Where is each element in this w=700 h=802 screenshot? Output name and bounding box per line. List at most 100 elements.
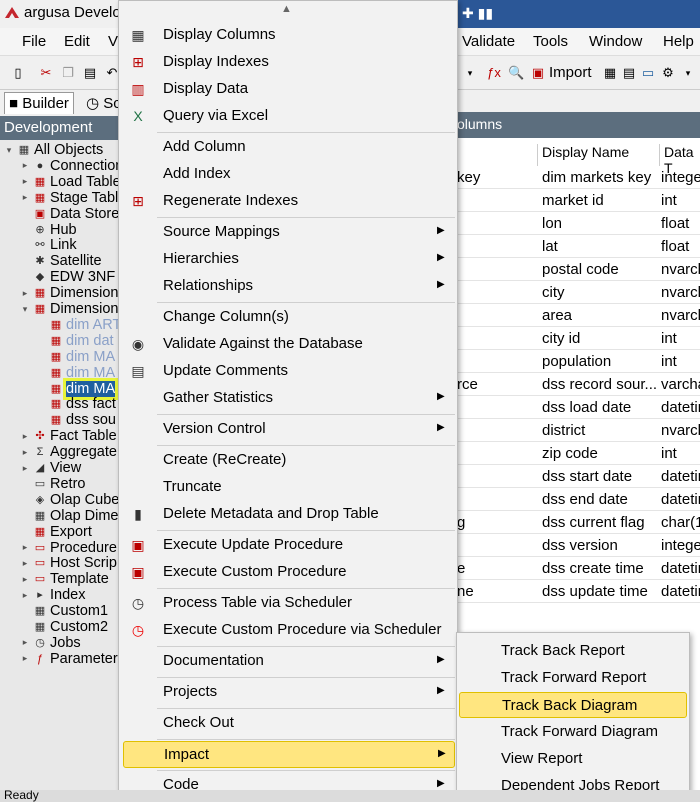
tree-item[interactable]: ▦ dim MA: [36, 365, 115, 381]
column-header-display-name[interactable]: Display Name: [537, 144, 659, 166]
tree-item[interactable]: ▸ ▦ Stage Table: [20, 190, 127, 206]
table-row[interactable]: district nvarch: [455, 419, 700, 442]
tree-item[interactable]: ▣ Data Store: [20, 206, 120, 222]
tree-item[interactable]: ▸ ● Connection: [20, 158, 124, 174]
tree-item[interactable]: ▸ ▦ Dimension: [20, 285, 119, 301]
table-row[interactable]: lon float: [455, 212, 700, 235]
menu-item-add-index[interactable]: Add Index: [119, 161, 457, 188]
tree-item[interactable]: ▦ dim MA: [36, 377, 119, 400]
menu-item-documentation[interactable]: Documentation ▶: [119, 648, 457, 675]
tree-item[interactable]: ▸ ▦ Load Table: [20, 174, 121, 190]
tab-builder[interactable]: ■ Builder: [4, 92, 74, 114]
menu-item-delete-metadata-and-drop-table[interactable]: ▮ Delete Metadata and Drop Table: [119, 501, 457, 528]
menu-item-process-table-via-scheduler[interactable]: ◷ Process Table via Scheduler: [119, 590, 457, 617]
menu-item-relationships[interactable]: Relationships ▶: [119, 273, 457, 300]
menu-edit[interactable]: Edit: [64, 33, 90, 50]
column-header-data-type[interactable]: Data T: [659, 144, 700, 176]
table-icon[interactable]: ▦: [602, 65, 618, 81]
expand-icon[interactable]: ▸: [20, 653, 30, 664]
expand-icon[interactable]: ▸: [20, 288, 30, 299]
tree-item[interactable]: ▸ ƒ Parameters: [20, 651, 125, 667]
submenu-item-track-back-report[interactable]: Track Back Report: [459, 638, 687, 664]
paste-icon[interactable]: ▤: [82, 65, 98, 81]
tree-item[interactable]: ▸ ▸ Index: [20, 587, 86, 603]
menu-item-execute-update-procedure[interactable]: ▣ Execute Update Procedure: [119, 532, 457, 559]
expand-icon[interactable]: ▸: [20, 590, 30, 601]
menu-file[interactable]: File: [22, 33, 46, 50]
menu-item-execute-custom-procedure-via-scheduler[interactable]: ◷ Execute Custom Procedure via Scheduler: [119, 617, 457, 644]
table-row[interactable]: dss end date datetir: [455, 488, 700, 511]
expand-icon[interactable]: ▸: [20, 176, 30, 187]
tree-item[interactable]: ▦ dim ART: [36, 317, 122, 333]
menu-item-hierarchies[interactable]: Hierarchies ▶: [119, 246, 457, 273]
tree-item[interactable]: ▸ ◷ Jobs: [20, 635, 81, 651]
table-row[interactable]: e dss create time datetir: [455, 557, 700, 580]
expand-icon[interactable]: ▸: [20, 463, 30, 474]
table-row[interactable]: rce dss record sour...varcha: [455, 373, 700, 396]
cut-icon[interactable]: ✂: [38, 65, 54, 81]
tree-item[interactable]: ▸ ▭ Template: [20, 571, 109, 587]
import-button[interactable]: Import: [549, 64, 592, 81]
expand-icon[interactable]: ▸: [20, 431, 30, 442]
menu-item-version-control[interactable]: Version Control ▶: [119, 416, 457, 443]
table-row[interactable]: dss load date datetir: [455, 396, 700, 419]
menu-item-validate-against-the-database[interactable]: ◉ Validate Against the Database: [119, 331, 457, 358]
menu-tools[interactable]: Tools: [533, 33, 568, 50]
table-row[interactable]: key dim markets key intege: [455, 166, 700, 189]
menu-item-truncate[interactable]: Truncate: [119, 474, 457, 501]
menu-item-update-comments[interactable]: ▤ Update Comments: [119, 358, 457, 385]
menu-help[interactable]: Help: [663, 33, 694, 50]
tree-item[interactable]: ◆ EDW 3NF: [20, 269, 115, 285]
scroll-up-icon[interactable]: ▲: [281, 3, 292, 15]
tree-item[interactable]: ⊕ Hub: [20, 222, 76, 238]
menu-item-regenerate-indexes[interactable]: ⊞ Regenerate Indexes: [119, 188, 457, 215]
tree-item[interactable]: ▭ Retro: [20, 476, 86, 492]
tree-item[interactable]: ▸ ◢ View: [20, 460, 81, 476]
tree-item[interactable]: ⚯ Link: [20, 237, 76, 253]
tree-item[interactable]: ▸ ✣ Fact Table: [20, 428, 117, 444]
menu-item-display-indexes[interactable]: ⊞ Display Indexes: [119, 49, 457, 76]
expand-icon[interactable]: ▸: [20, 447, 30, 458]
menu-item-create-recreate[interactable]: Create (ReCreate): [119, 447, 457, 474]
menu-item-change-column-s[interactable]: Change Column(s): [119, 304, 457, 331]
submenu-item-track-forward-report[interactable]: Track Forward Report: [459, 665, 687, 691]
submenu-item-track-forward-diagram[interactable]: Track Forward Diagram: [459, 719, 687, 745]
collapse-icon[interactable]: ▾: [4, 145, 14, 156]
menu-item-impact[interactable]: Impact ▶: [123, 741, 455, 768]
table-row[interactable]: ne dss update time datetir: [455, 580, 700, 603]
submenu-item-track-back-diagram[interactable]: Track Back Diagram: [459, 692, 687, 718]
tree-item[interactable]: ▦ Export: [20, 524, 92, 540]
submenu-item-view-report[interactable]: View Report: [459, 746, 687, 772]
menu-item-projects[interactable]: Projects ▶: [119, 679, 457, 706]
menu-item-display-columns[interactable]: ▦ Display Columns: [119, 22, 457, 49]
menu-item-source-mappings[interactable]: Source Mappings ▶: [119, 219, 457, 246]
expand-icon[interactable]: ▸: [20, 192, 30, 203]
menu-window[interactable]: Window: [589, 33, 642, 50]
menu-item-display-data[interactable]: ▥ Display Data: [119, 76, 457, 103]
import-icon[interactable]: ▣: [530, 65, 546, 81]
expand-icon[interactable]: ▸: [20, 574, 30, 585]
tree-item[interactable]: ▸ ▭ Host Scrip: [20, 555, 117, 571]
table-row[interactable]: city nvarch: [455, 281, 700, 304]
expand-icon[interactable]: ▸: [20, 637, 30, 648]
tree-item[interactable]: ▦ dss fact: [36, 396, 116, 412]
tree-item[interactable]: ▦ dss sou: [36, 412, 116, 428]
expand-icon[interactable]: ▸: [20, 542, 30, 553]
menu-validate[interactable]: Validate: [462, 33, 515, 50]
menu-item-check-out[interactable]: Check Out: [119, 710, 457, 737]
tree-item[interactable]: ▦ Custom1: [20, 603, 108, 619]
search-icon[interactable]: 🔍: [508, 65, 524, 81]
table-row[interactable]: market id int: [455, 189, 700, 212]
tree-item[interactable]: ▦ dim MA: [36, 349, 115, 365]
tree-item[interactable]: ▦ Custom2: [20, 619, 108, 635]
new-icon[interactable]: ▯: [10, 65, 26, 81]
expand-icon[interactable]: ▸: [20, 558, 30, 569]
tree-item[interactable]: ✱ Satellite: [20, 253, 101, 269]
tree-item[interactable]: ▸ ▭ Procedure: [20, 540, 117, 556]
menu-item-query-via-excel[interactable]: X Query via Excel: [119, 103, 457, 130]
table-row[interactable]: postal code nvarch: [455, 258, 700, 281]
tree-item[interactable]: ▸ Σ Aggregate: [20, 444, 117, 460]
expand-icon[interactable]: ▸: [20, 160, 30, 171]
table-row[interactable]: zip code int: [455, 442, 700, 465]
function-icon[interactable]: ƒx: [486, 65, 502, 81]
